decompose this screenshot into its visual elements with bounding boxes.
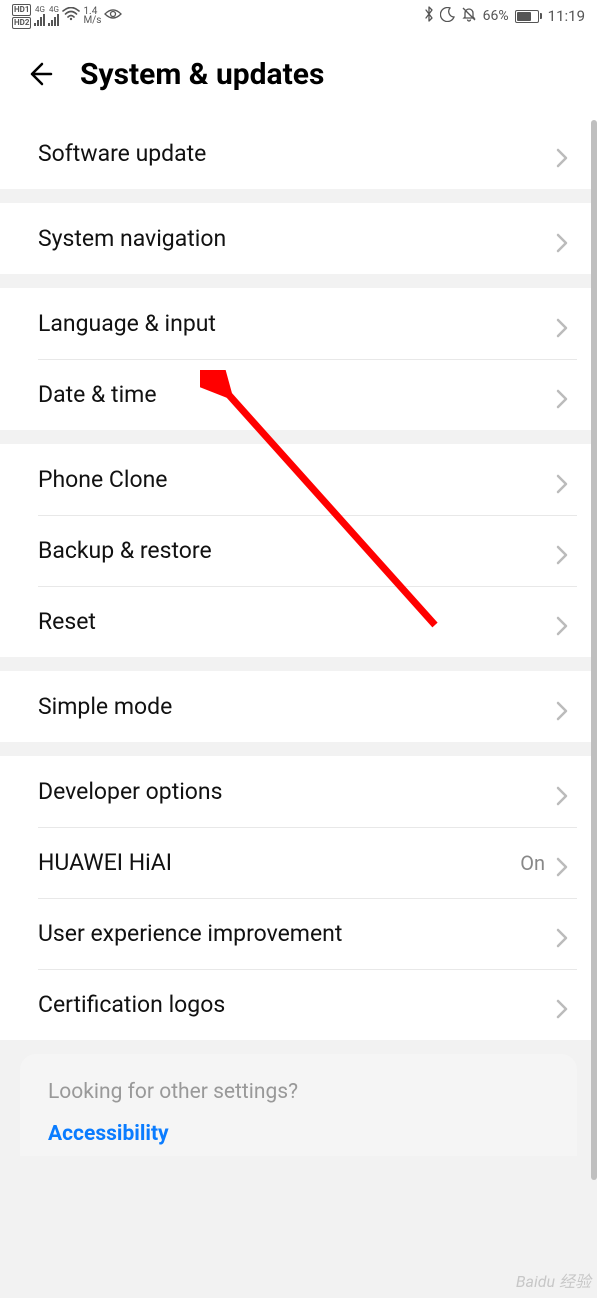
back-button[interactable] [24,54,64,94]
settings-item-reset[interactable]: Reset [0,586,597,657]
item-label: Backup & restore [38,537,212,564]
signal-2-icon [48,14,59,26]
item-label: Developer options [38,778,223,805]
chevron-right-icon [555,856,569,870]
chevron-right-icon [555,388,569,402]
other-settings-prompt: Looking for other settings? [48,1080,549,1104]
settings-item-huawei-hiai[interactable]: HUAWEI HiAI On [0,827,597,898]
status-left: HD1 HD2 4G 4G 1.4 M/s [12,4,122,29]
item-label: Date & time [38,381,157,408]
item-label: Phone Clone [38,466,167,493]
settings-item-software-update[interactable]: Software update [0,118,597,189]
clock-time: 11:19 [548,7,585,25]
chevron-right-icon [555,147,569,161]
settings-group: Software update [0,118,597,189]
bluetooth-icon [424,6,434,26]
settings-item-system-navigation[interactable]: System navigation [0,203,597,274]
chevron-right-icon [555,473,569,487]
network-1-label: 4G [35,6,45,14]
settings-item-date-time[interactable]: Date & time [0,359,597,430]
chevron-right-icon [555,785,569,799]
item-label: Language & input [38,310,216,337]
settings-group: System navigation [0,203,597,274]
settings-group: Phone Clone Backup & restore Reset [0,444,597,657]
item-label: Simple mode [38,693,172,720]
chevron-right-icon [555,232,569,246]
mute-bell-icon [461,6,477,26]
chevron-right-icon [555,544,569,558]
settings-item-user-experience[interactable]: User experience improvement [0,898,597,969]
chevron-right-icon [555,615,569,629]
battery-percent: 66% [483,8,509,24]
network-2-label: 4G [49,6,59,14]
wifi-icon [62,7,80,25]
settings-item-backup-restore[interactable]: Backup & restore [0,515,597,586]
settings-item-developer-options[interactable]: Developer options [0,756,597,827]
settings-item-language-input[interactable]: Language & input [0,288,597,359]
item-value: On [520,851,545,875]
status-bar: HD1 HD2 4G 4G 1.4 M/s 66% [0,0,597,32]
chevron-right-icon [555,927,569,941]
page-header: System & updates [0,32,597,118]
accessibility-link[interactable]: Accessibility [48,1122,549,1146]
settings-group: Developer options HUAWEI HiAI On User ex… [0,756,597,1040]
back-arrow-icon [24,59,54,89]
item-label: User experience improvement [38,920,342,947]
chevron-right-icon [555,998,569,1012]
other-settings-card: Looking for other settings? Accessibilit… [20,1054,577,1156]
eye-icon [104,8,122,24]
hd1-icon: HD1 [12,4,31,16]
item-label: HUAWEI HiAI [38,849,172,876]
signal-1-icon [34,14,45,26]
item-label: Software update [38,140,206,167]
status-right: 66% 11:19 [424,6,585,26]
settings-item-phone-clone[interactable]: Phone Clone [0,444,597,515]
settings-group: Simple mode [0,671,597,742]
battery-icon [515,10,542,23]
item-label: Certification logos [38,991,225,1018]
settings-item-simple-mode[interactable]: Simple mode [0,671,597,742]
chevron-right-icon [555,700,569,714]
net-speed-unit: M/s [83,16,101,25]
item-label: Reset [38,608,96,635]
moon-icon [440,7,455,26]
scrollbar[interactable] [591,120,597,1180]
hd2-icon: HD2 [12,17,31,29]
watermark: Baidu 经验 [516,1268,591,1292]
item-label: System navigation [38,225,226,252]
settings-group: Language & input Date & time [0,288,597,430]
settings-item-certification-logos[interactable]: Certification logos [0,969,597,1040]
page-title: System & updates [80,57,324,92]
chevron-right-icon [555,317,569,331]
